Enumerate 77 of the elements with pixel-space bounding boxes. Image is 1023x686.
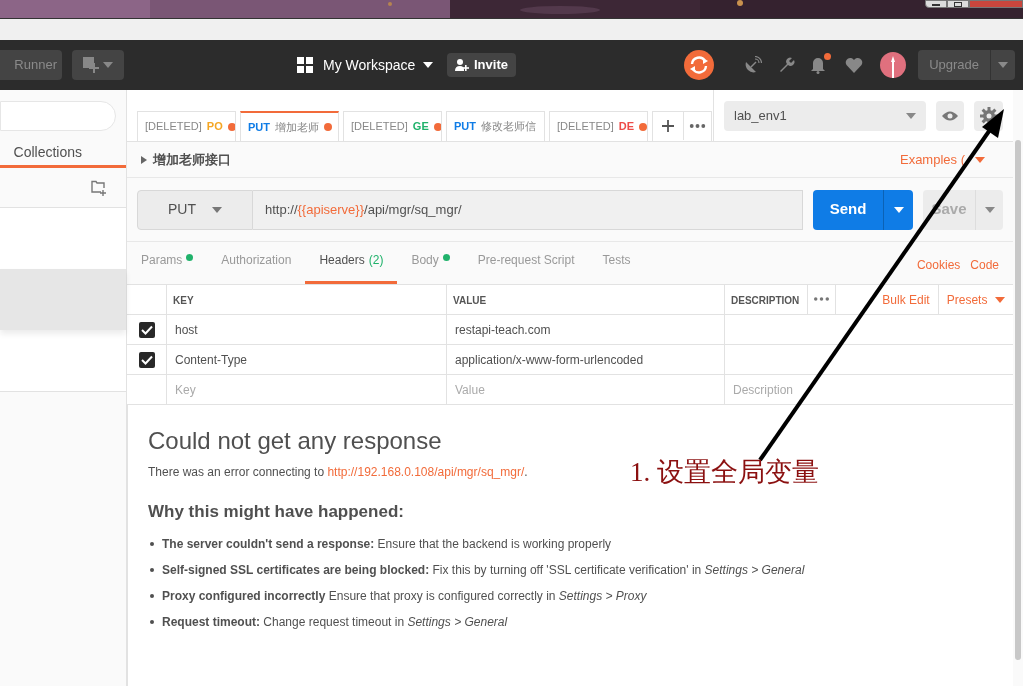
- input-field[interactable]: Value: [455, 380, 716, 399]
- caret-icon: [995, 297, 1006, 303]
- grid-icon: [297, 57, 313, 73]
- check-icon: [140, 354, 153, 365]
- request-tab[interactable]: Authorization: [207, 251, 306, 284]
- bullet-icon: [150, 541, 154, 546]
- input-field[interactable]: Description: [733, 380, 1005, 399]
- reason-text: Self-signed SSL certificates are being blocked: Fix this by turning off 'SSL certificate verification' in Settings > General: [162, 561, 805, 579]
- reason-text: Request timeout: Change request timeout in Settings > General: [162, 613, 508, 631]
- add-user-icon: [455, 58, 469, 72]
- eye-icon: [941, 109, 959, 122]
- workspace-menu[interactable]: My Workspace: [297, 50, 434, 80]
- sync-icon[interactable]: [684, 50, 715, 80]
- new-collection-icon[interactable]: [91, 179, 107, 196]
- request-tab[interactable]: Body: [397, 251, 464, 284]
- search-field[interactable]: [0, 101, 116, 131]
- table-cell[interactable]: Content-Type: [167, 345, 447, 374]
- upgrade-button[interactable]: Upgrade: [918, 50, 1015, 80]
- check-icon: [140, 324, 153, 335]
- satellite-icon[interactable]: [744, 56, 763, 74]
- reason-text: Proxy configured incorrectly Ensure that proxy is configured correctly in Settings > Proxy: [162, 587, 647, 605]
- minimize-icon[interactable]: [925, 0, 947, 8]
- caret-icon: [984, 206, 995, 213]
- request-tab[interactable]: Pre-request Script: [463, 251, 589, 284]
- link[interactable]: Code: [970, 256, 999, 274]
- table-cell[interactable]: host: [167, 315, 447, 344]
- request-tab[interactable]: [DELETED] DE: [549, 111, 648, 141]
- new-button[interactable]: [72, 50, 124, 80]
- add-window-icon: [83, 57, 99, 73]
- url-field[interactable]: http://{{apiserve}}/api/mgr/sq_mgr/: [253, 189, 803, 230]
- caret-icon: [103, 62, 113, 68]
- request-tab[interactable]: [DELETED] GE: [343, 111, 442, 141]
- reason-text: The server couldn't send a response: Ensure that the backend is working properly: [162, 535, 612, 553]
- caret-icon: [893, 206, 904, 213]
- runner-button[interactable]: Runner: [0, 50, 62, 80]
- bulk-edit-link[interactable]: Bulk Edit: [836, 285, 939, 315]
- heart-icon[interactable]: [845, 57, 864, 73]
- column-header: DESCRIPTION: [731, 285, 809, 315]
- column-header: VALUE: [447, 285, 725, 315]
- method-select[interactable]: PUT: [137, 189, 253, 230]
- error-message: There was an error connecting to http://192.168.0.108/api/mgr/sq_mgr/.: [148, 464, 528, 481]
- response-title: Could not get any response: [148, 427, 443, 455]
- caret-icon: [975, 156, 985, 163]
- caret-icon: [212, 206, 222, 213]
- table-cell[interactable]: restapi-teach.com: [447, 315, 725, 344]
- eye-button[interactable]: [935, 100, 965, 131]
- request-tab[interactable]: [DELETED] PO: [137, 111, 236, 141]
- reasons-heading: Why this might have happened:: [148, 501, 405, 523]
- request-tab[interactable]: PUT 修改老师信: [446, 111, 545, 141]
- request-tab[interactable]: Headers (2): [305, 251, 398, 284]
- expand-icon[interactable]: [141, 155, 147, 164]
- column-header: KEY: [167, 285, 447, 315]
- wrench-icon[interactable]: [778, 56, 797, 74]
- checkbox[interactable]: [138, 351, 155, 368]
- invite-button[interactable]: Invite: [447, 53, 516, 77]
- maximize-icon[interactable]: [947, 0, 969, 8]
- send-button[interactable]: Send: [813, 189, 913, 230]
- link[interactable]: Cookies: [916, 256, 961, 274]
- input-field[interactable]: Key: [175, 380, 438, 399]
- request-tab[interactable]: Params: [141, 251, 208, 284]
- presets-menu[interactable]: Presets: [938, 291, 1014, 309]
- request-tab[interactable]: PUT 增加老师: [240, 111, 339, 141]
- caret-icon: [905, 112, 916, 119]
- annotation-text: 1. 设置全局变量: [630, 456, 819, 489]
- error-link[interactable]: http://192.168.0.108/api/mgr/sq_mgr/: [327, 465, 525, 479]
- bullet-icon: [150, 567, 154, 572]
- scrollbar[interactable]: [1015, 140, 1021, 660]
- caret-icon: [423, 62, 434, 68]
- table-cell[interactable]: application/x-www-form-urlencoded: [447, 345, 725, 374]
- request-name: 增加老师接口: [153, 150, 231, 169]
- bullet-icon: [150, 619, 154, 624]
- request-tab[interactable]: Tests: [588, 251, 645, 284]
- environment-select[interactable]: lab_env1: [724, 100, 926, 131]
- avatar-icon[interactable]: [880, 52, 907, 78]
- checkbox[interactable]: [138, 321, 155, 338]
- bullet-icon: [150, 593, 154, 598]
- caret-icon: [998, 62, 1008, 68]
